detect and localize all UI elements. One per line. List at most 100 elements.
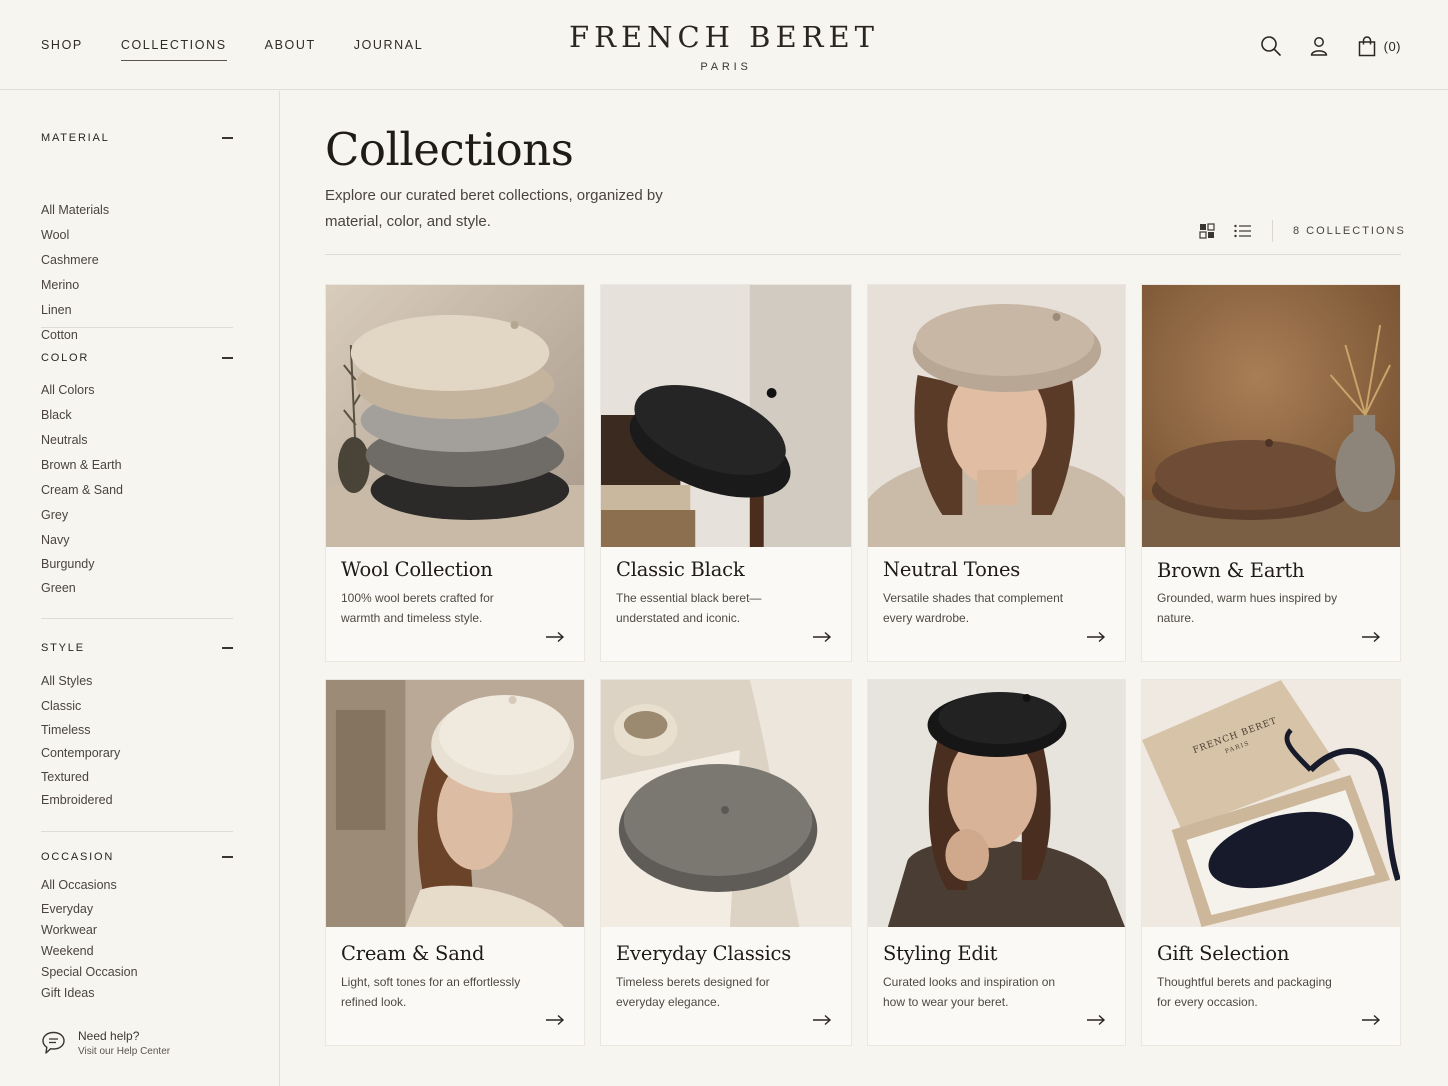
collapse-icon[interactable] — [222, 647, 233, 649]
collection-image — [601, 680, 851, 927]
filter-option[interactable]: Everyday — [41, 902, 93, 916]
collection-image: FRENCH BERET PARIS — [1142, 680, 1400, 927]
divider — [325, 254, 1401, 255]
filter-option[interactable]: Black — [41, 408, 72, 422]
filter-title: MATERIAL — [41, 132, 110, 144]
filter-option[interactable]: Special Occasion — [41, 965, 138, 979]
filter-option[interactable]: All Styles — [41, 674, 92, 688]
arrow-right-icon[interactable] — [1361, 1014, 1381, 1026]
collection-title: Styling Edit — [883, 942, 998, 965]
brand-logo[interactable]: FRENCH BERET PARIS — [0, 20, 1448, 73]
collapse-icon[interactable] — [222, 357, 233, 359]
filter-header-color[interactable]: COLOR — [41, 351, 233, 365]
divider — [1272, 220, 1273, 242]
filter-option[interactable]: Neutrals — [41, 433, 88, 447]
filter-option[interactable]: Weekend — [41, 944, 94, 958]
filter-option[interactable]: Timeless — [41, 723, 91, 737]
collection-description: Versatile shades that complement every w… — [883, 591, 1064, 625]
collection-title: Everyday Classics — [616, 942, 792, 965]
help-widget[interactable]: Need help? Visit our Help Center — [41, 1028, 170, 1057]
collection-image — [601, 285, 851, 547]
collection-description: The essential black beret—understated an… — [616, 591, 762, 625]
collection-card-gift-selection[interactable]: FRENCH BERET PARIS Gift Selection Though… — [1141, 679, 1401, 1046]
filter-option[interactable]: Gift Ideas — [41, 986, 95, 1000]
collection-title: Gift Selection — [1157, 942, 1290, 965]
filter-group-material: MATERIAL All Materials Wool Cashmere Mer… — [41, 131, 233, 342]
collapse-icon[interactable] — [222, 856, 233, 858]
arrow-right-icon[interactable] — [1361, 631, 1381, 643]
filter-option[interactable]: Cream & Sand — [41, 483, 123, 497]
filter-option[interactable]: Cashmere — [41, 253, 99, 267]
filter-sidebar: MATERIAL All Materials Wool Cashmere Mer… — [0, 91, 280, 1086]
collection-card-everyday-classics[interactable]: Everyday Classics Timeless berets design… — [600, 679, 852, 1046]
filter-option[interactable]: Classic — [41, 699, 81, 713]
list-view-icon[interactable] — [1233, 222, 1251, 240]
page-title: Collections — [325, 123, 574, 176]
header-actions: (0) — [1235, 34, 1401, 58]
filter-option[interactable]: Navy — [41, 533, 69, 547]
filter-title: COLOR — [41, 352, 90, 364]
view-toolbar: 8 COLLECTIONS — [1198, 220, 1406, 242]
filter-option[interactable]: Burgundy — [41, 557, 95, 571]
filter-group-occasion: OCCASION All Occasions Everyday Workwear… — [41, 850, 233, 1000]
collection-description: Light, soft tones for an effortlessly re… — [341, 975, 521, 1009]
collection-description: Thoughtful berets and packaging for ever… — [1157, 975, 1332, 1009]
filter-option[interactable]: Merino — [41, 278, 79, 292]
collection-image — [1142, 285, 1400, 547]
filter-option[interactable]: Cotton — [41, 328, 78, 342]
site-header: SHOP COLLECTIONS ABOUT JOURNAL FRENCH BE… — [0, 0, 1448, 90]
arrow-right-icon[interactable] — [545, 1014, 565, 1026]
filter-option[interactable]: Contemporary — [41, 746, 120, 760]
filter-option[interactable]: Wool — [41, 228, 69, 242]
collection-title: Cream & Sand — [341, 942, 485, 965]
collections-count: 8 COLLECTIONS — [1293, 225, 1406, 237]
collection-card-neutral-tones[interactable]: Neutral Tones Versatile shades that comp… — [867, 284, 1126, 662]
filter-option[interactable]: Embroidered — [41, 793, 113, 807]
filter-option[interactable]: All Materials — [41, 203, 109, 217]
help-link[interactable]: Visit our Help Center — [78, 1046, 170, 1057]
account-icon[interactable] — [1307, 34, 1331, 58]
filter-header-style[interactable]: STYLE — [41, 641, 233, 655]
filter-title: STYLE — [41, 642, 85, 654]
filter-option[interactable]: All Occasions — [41, 878, 117, 892]
collection-card-styling-edit[interactable]: Styling Edit Curated looks and inspirati… — [867, 679, 1126, 1046]
collection-card-cream-sand[interactable]: Cream & Sand Light, soft tones for an ef… — [325, 679, 585, 1046]
collection-title: Brown & Earth — [1157, 559, 1305, 582]
arrow-right-icon[interactable] — [545, 631, 565, 643]
collection-image — [868, 680, 1125, 927]
filter-option[interactable]: Grey — [41, 508, 68, 522]
collection-title: Wool Collection — [341, 558, 493, 581]
arrow-right-icon[interactable] — [1086, 1014, 1106, 1026]
collapse-icon[interactable] — [222, 137, 233, 139]
filter-header-occasion[interactable]: OCCASION — [41, 850, 233, 864]
collection-description: Curated looks and inspiration on how to … — [883, 975, 1056, 1009]
cart-count[interactable]: (0) — [1384, 39, 1401, 54]
filter-header-material[interactable]: MATERIAL — [41, 131, 233, 145]
collection-description: Grounded, warm hues inspired by nature. — [1157, 591, 1338, 625]
arrow-right-icon[interactable] — [812, 1014, 832, 1026]
chat-bubble-icon — [41, 1030, 66, 1056]
collection-card-wool[interactable]: Wool Collection 100% wool berets crafted… — [325, 284, 585, 662]
filter-option[interactable]: All Colors — [41, 383, 95, 397]
filter-option[interactable]: Linen — [41, 303, 72, 317]
filter-option[interactable]: Workwear — [41, 923, 97, 937]
collection-description: Timeless berets designed for everyday el… — [616, 975, 770, 1009]
collection-image — [326, 680, 584, 927]
brand-subtitle: PARIS — [700, 61, 752, 73]
divider — [41, 327, 233, 328]
grid-view-icon[interactable] — [1198, 222, 1216, 240]
arrow-right-icon[interactable] — [1086, 631, 1106, 643]
search-icon[interactable] — [1259, 34, 1283, 58]
collection-card-brown-earth[interactable]: Brown & Earth Grounded, warm hues inspir… — [1141, 284, 1401, 662]
arrow-right-icon[interactable] — [812, 631, 832, 643]
help-title: Need help? — [78, 1029, 140, 1043]
collection-title: Neutral Tones — [883, 558, 1021, 581]
page-subtitle: Explore our curated beret collections, o… — [325, 187, 663, 230]
collection-image — [868, 285, 1125, 547]
collection-title: Classic Black — [616, 558, 745, 581]
filter-option[interactable]: Textured — [41, 770, 89, 784]
filter-option[interactable]: Brown & Earth — [41, 458, 122, 472]
bag-icon[interactable] — [1355, 34, 1379, 58]
collection-card-classic-black[interactable]: Classic Black The essential black beret—… — [600, 284, 852, 662]
filter-option[interactable]: Green — [41, 581, 76, 595]
